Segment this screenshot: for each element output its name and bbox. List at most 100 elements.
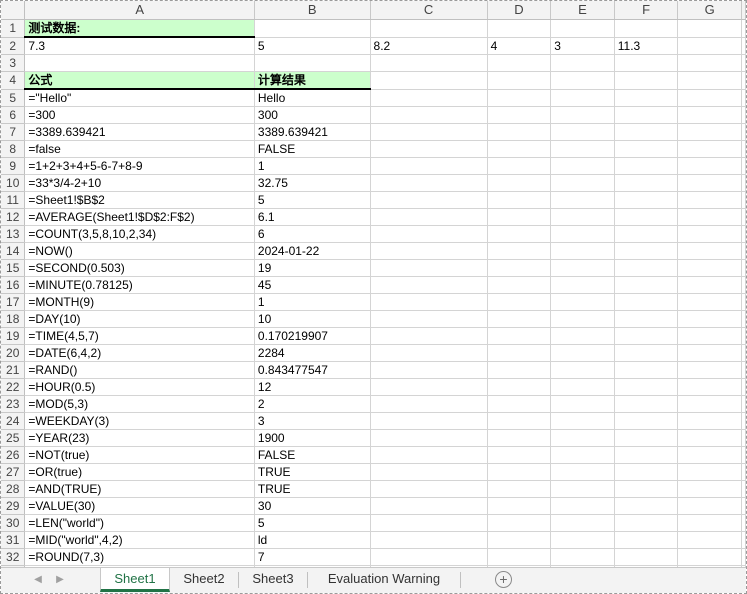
cell-c22[interactable]	[370, 378, 488, 396]
cell-g12[interactable]	[677, 208, 742, 226]
cell-d23[interactable]	[487, 395, 552, 413]
cell-g28[interactable]	[677, 480, 742, 498]
cell-a25[interactable]: =YEAR(23)	[24, 429, 255, 447]
cell-d30[interactable]	[487, 514, 552, 532]
row-header[interactable]: 17	[1, 293, 26, 311]
row-header[interactable]: 31	[1, 531, 26, 549]
cell-e7[interactable]	[550, 123, 615, 141]
cell-a21[interactable]: =RAND()	[24, 361, 255, 379]
column-header-b[interactable]: B	[254, 1, 371, 20]
cell-d10[interactable]	[487, 174, 552, 192]
cell-d28[interactable]	[487, 480, 552, 498]
cell-d2[interactable]: 4	[487, 37, 552, 55]
cell-d18[interactable]	[487, 310, 552, 328]
cell-e16[interactable]	[550, 276, 615, 294]
row-header[interactable]: 16	[1, 276, 26, 294]
cell-f5[interactable]	[614, 89, 679, 107]
cell-b32[interactable]: 7	[254, 548, 371, 566]
cell-d3[interactable]	[487, 54, 552, 72]
prev-sheet-icon[interactable]: ◀	[31, 573, 45, 587]
cell-b5[interactable]: Hello	[254, 89, 371, 107]
cell-g16[interactable]	[677, 276, 742, 294]
cell-a2[interactable]: 7.3	[24, 37, 255, 55]
cell-e28[interactable]	[550, 480, 615, 498]
cell-g19[interactable]	[677, 327, 742, 345]
cell-f2[interactable]: 11.3	[614, 37, 679, 55]
cell-b7[interactable]: 3389.639421	[254, 123, 371, 141]
cell-e29[interactable]	[550, 497, 615, 515]
cell-e24[interactable]	[550, 412, 615, 430]
row-header[interactable]: 1	[1, 19, 26, 38]
tab-sheet1[interactable]: Sheet1	[100, 568, 170, 592]
cell-d4[interactable]	[487, 71, 552, 90]
cell-b16[interactable]: 45	[254, 276, 371, 294]
cell-f20[interactable]	[614, 344, 679, 362]
row-header[interactable]: 32	[1, 548, 26, 566]
cell-c10[interactable]	[370, 174, 488, 192]
cell-a3[interactable]	[24, 54, 255, 72]
cell-c5[interactable]	[370, 89, 488, 107]
cell-b18[interactable]: 10	[254, 310, 371, 328]
cell-a17[interactable]: =MONTH(9)	[24, 293, 255, 311]
cell-e18[interactable]	[550, 310, 615, 328]
cell-c18[interactable]	[370, 310, 488, 328]
cell-d20[interactable]	[487, 344, 552, 362]
row-header[interactable]: 3	[1, 54, 26, 72]
cell-b6[interactable]: 300	[254, 106, 371, 124]
cell-g25[interactable]	[677, 429, 742, 447]
cell-b3[interactable]	[254, 54, 371, 72]
cell-e25[interactable]	[550, 429, 615, 447]
row-header[interactable]: 7	[1, 123, 26, 141]
cell-e1[interactable]	[550, 19, 615, 38]
cell-f25[interactable]	[614, 429, 679, 447]
row-header[interactable]: 8	[1, 140, 26, 158]
cell-a22[interactable]: =HOUR(0.5)	[24, 378, 255, 396]
select-all-corner[interactable]	[1, 1, 26, 20]
cell-g21[interactable]	[677, 361, 742, 379]
cell-f29[interactable]	[614, 497, 679, 515]
cell-d15[interactable]	[487, 259, 552, 277]
cell-b31[interactable]: ld	[254, 531, 371, 549]
cell-g27[interactable]	[677, 463, 742, 481]
cell-f30[interactable]	[614, 514, 679, 532]
cell-f21[interactable]	[614, 361, 679, 379]
cell-g9[interactable]	[677, 157, 742, 175]
cell-g2[interactable]	[677, 37, 742, 55]
cell-g14[interactable]	[677, 242, 742, 260]
cell-e2[interactable]: 3	[550, 37, 615, 55]
cell-d22[interactable]	[487, 378, 552, 396]
cell-c12[interactable]	[370, 208, 488, 226]
cell-c14[interactable]	[370, 242, 488, 260]
cell-d13[interactable]	[487, 225, 552, 243]
cell-b28[interactable]: TRUE	[254, 480, 371, 498]
row-header[interactable]: 15	[1, 259, 26, 277]
cell-d26[interactable]	[487, 446, 552, 464]
row-header[interactable]: 27	[1, 463, 26, 481]
column-header-a[interactable]: A	[24, 1, 255, 20]
cell-c2[interactable]: 8.2	[370, 37, 488, 55]
cell-f10[interactable]	[614, 174, 679, 192]
cell-g22[interactable]	[677, 378, 742, 396]
cell-d17[interactable]	[487, 293, 552, 311]
cell-b8[interactable]: FALSE	[254, 140, 371, 158]
row-header[interactable]: 22	[1, 378, 26, 396]
cell-g13[interactable]	[677, 225, 742, 243]
cell-f16[interactable]	[614, 276, 679, 294]
cell-f6[interactable]	[614, 106, 679, 124]
cell-c27[interactable]	[370, 463, 488, 481]
cell-e12[interactable]	[550, 208, 615, 226]
cell-a14[interactable]: =NOW()	[24, 242, 255, 260]
cell-d14[interactable]	[487, 242, 552, 260]
cell-d19[interactable]	[487, 327, 552, 345]
cell-g1[interactable]	[677, 19, 742, 38]
cell-d12[interactable]	[487, 208, 552, 226]
cell-g29[interactable]	[677, 497, 742, 515]
cell-c32[interactable]	[370, 548, 488, 566]
cell-f14[interactable]	[614, 242, 679, 260]
cell-d11[interactable]	[487, 191, 552, 209]
cell-a4[interactable]: 公式	[24, 71, 255, 90]
cell-f7[interactable]	[614, 123, 679, 141]
cell-c8[interactable]	[370, 140, 488, 158]
row-header[interactable]: 5	[1, 89, 26, 107]
cell-a9[interactable]: =1+2+3+4+5-6-7+8-9	[24, 157, 255, 175]
